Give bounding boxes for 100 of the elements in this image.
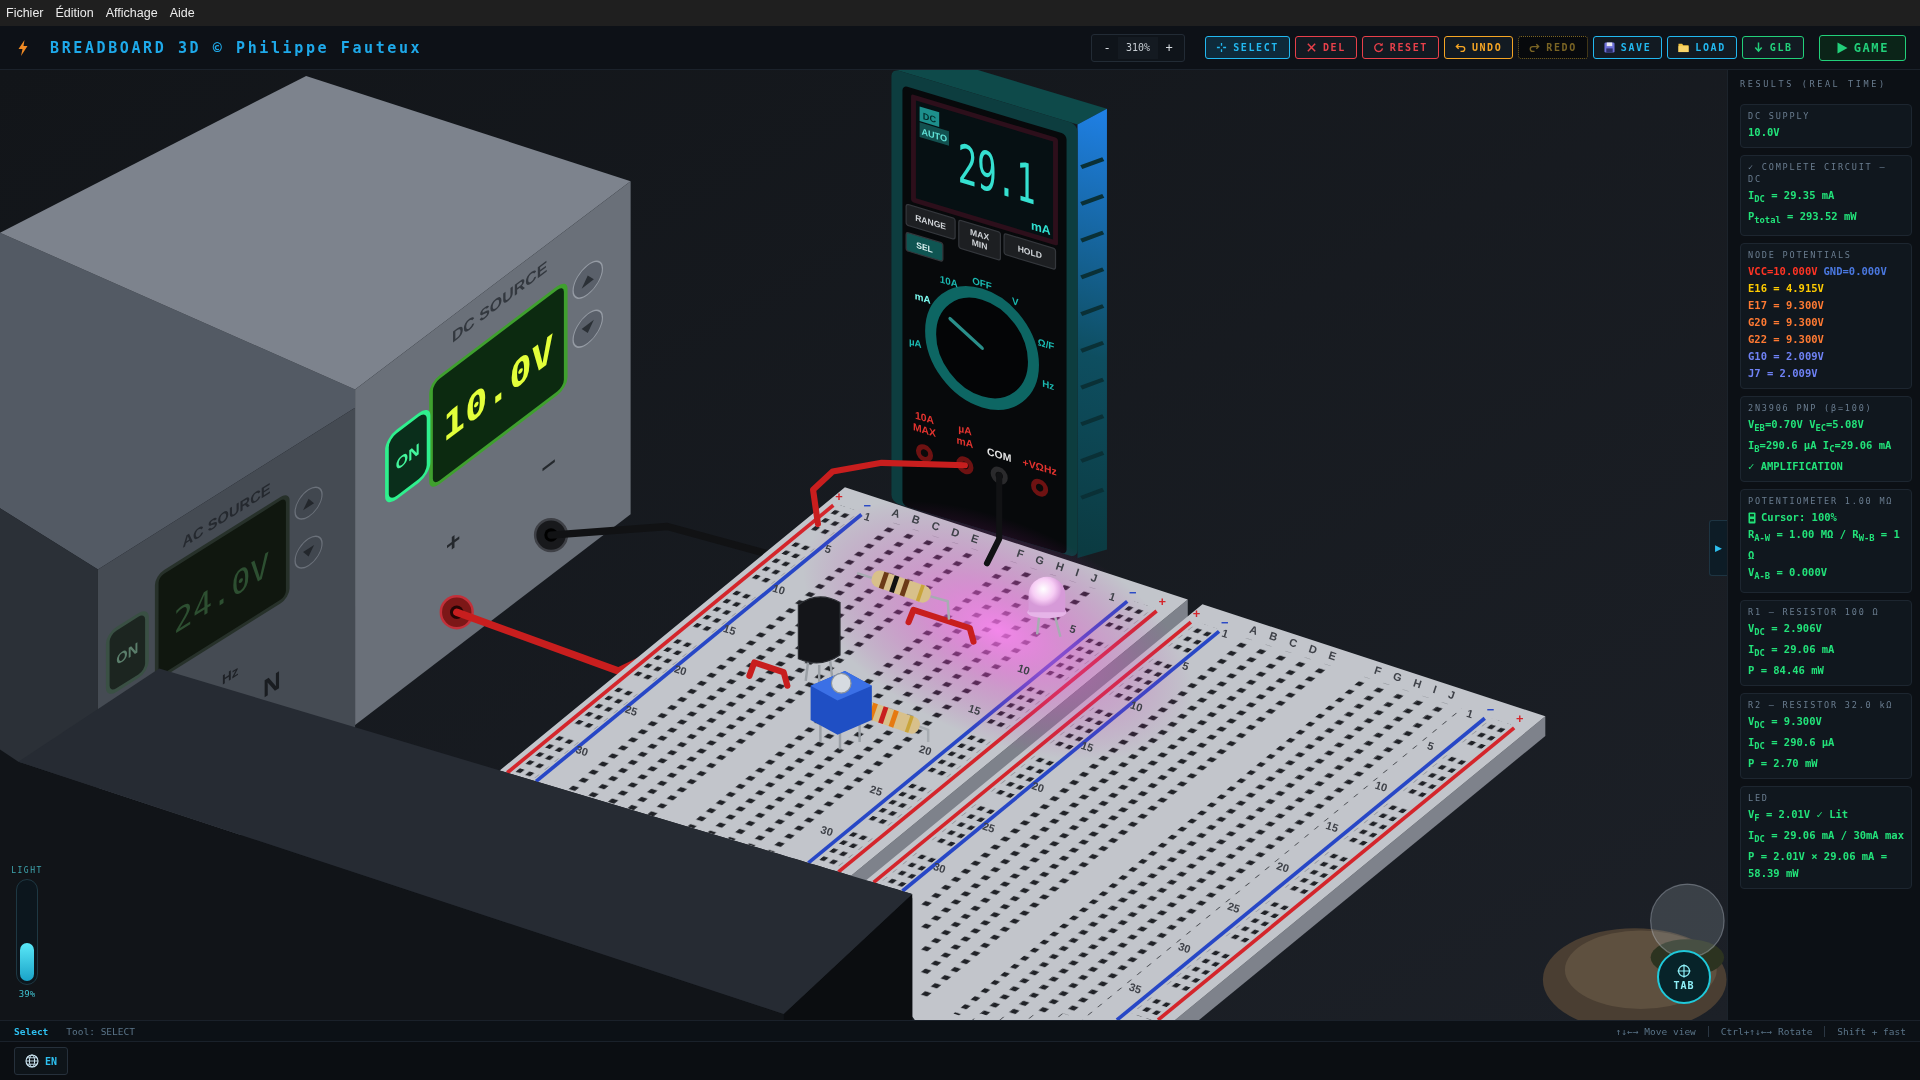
jack-label: COM	[987, 445, 1012, 465]
delete-button[interactable]: DEL	[1294, 36, 1357, 59]
down-triangle-icon	[581, 319, 594, 333]
card-title: NODE POTENTIALS	[1748, 249, 1853, 262]
increase-button[interactable]	[572, 260, 604, 299]
rail-sign: −	[1486, 701, 1495, 717]
shortcut-hint: ↑↓←→ Move view	[1614, 1025, 1697, 1037]
undo-button[interactable]: UNDO	[1443, 36, 1514, 59]
meter-button[interactable]: SEL	[905, 231, 944, 263]
column-number: 30	[574, 743, 590, 759]
column-number: 25	[981, 819, 997, 835]
load-button[interactable]: LOAD	[1667, 36, 1737, 59]
result-line: I$_{DC}$ = 290.6 µA	[1748, 734, 1836, 753]
dial-label: mA	[914, 290, 931, 306]
result-line: P$_{total}$ = 293.52 mW	[1748, 209, 1858, 228]
language-button[interactable]: EN	[14, 1047, 69, 1075]
column-number: 20	[1275, 859, 1291, 875]
column-number: 30	[931, 860, 948, 876]
node-voltage: G10 = 2.009V	[1748, 349, 1824, 365]
light-slider[interactable]	[16, 879, 38, 985]
column-number: 25	[623, 702, 639, 718]
column-number: 30	[1176, 940, 1193, 956]
decrease-button[interactable]	[572, 309, 604, 348]
menu-item[interactable]: Aide	[163, 3, 201, 23]
column-number: 20	[1030, 779, 1046, 795]
column-number: 10	[1373, 778, 1390, 794]
card-title: 2N3906 PNP (β=100)	[1748, 402, 1874, 415]
column-number: 25	[1226, 899, 1242, 915]
download-arrow-icon	[1752, 42, 1764, 53]
result-line: I$_{DC}$ = 29.06 mA	[1748, 641, 1836, 660]
rail-sign: +	[1192, 605, 1201, 621]
jumper-wire	[905, 606, 977, 645]
cross-icon	[1305, 42, 1317, 53]
export-button[interactable]: GLB	[1741, 36, 1804, 59]
mode-badge: DC	[919, 106, 940, 127]
mode-label: Select	[14, 1025, 49, 1037]
shortcut-hint: Ctrl+↑↓←→ Rotate	[1707, 1025, 1825, 1037]
redo-arrow-icon	[1529, 42, 1541, 53]
card-title: ✓ COMPLETE CIRCUIT — DC	[1748, 161, 1888, 185]
column-number: 5	[1425, 739, 1436, 753]
column-number: 15	[1324, 819, 1340, 835]
result-line: V$_{A-B}$ = 0.000V	[1748, 565, 1829, 584]
shortcut-hint: Shift + fast	[1824, 1025, 1906, 1037]
column-number: 5	[1068, 622, 1078, 636]
dial-label: 10A	[939, 273, 958, 290]
dial-label: Hz	[1042, 377, 1055, 393]
decrease-button[interactable]	[294, 535, 323, 569]
menu-item[interactable]: Affichage	[99, 3, 164, 23]
undo-arrow-icon	[1454, 42, 1466, 53]
reset-button[interactable]: RESET	[1361, 36, 1439, 59]
zoom-out-button[interactable]: -	[1096, 40, 1119, 55]
light-label: LIGHT	[11, 866, 43, 875]
jumper-wire	[746, 659, 791, 689]
app-title: BREADBOARD 3D © Philippe Fauteux	[50, 38, 423, 57]
increase-button[interactable]	[294, 486, 323, 520]
refresh-icon	[1372, 42, 1384, 53]
result-line: I$_{DC}$ = 29.35 mA	[1748, 188, 1836, 207]
lightning-icon	[18, 39, 28, 56]
play-icon	[1835, 41, 1848, 54]
meter-reading: 29.1	[957, 131, 1036, 219]
mode-badge: AUTO	[919, 122, 949, 146]
column-number: 10	[771, 581, 787, 597]
result-line: P = 84.46 mW	[1748, 662, 1825, 678]
game-button[interactable]: GAME	[1818, 34, 1906, 61]
column-number: 10	[1128, 698, 1145, 714]
select-button[interactable]: SELECT	[1205, 36, 1290, 59]
menu-item[interactable]: Édition	[49, 3, 100, 23]
result-line: Cursor: 100%	[1761, 510, 1837, 526]
column-number: 15	[722, 622, 738, 638]
rail-sign: +	[1516, 711, 1524, 727]
column-number: 20	[672, 662, 689, 678]
menu-item[interactable]: Fichier	[0, 3, 50, 23]
node-voltage: J7 = 2.009V	[1748, 366, 1818, 382]
result-line: P = 2.01V × 29.06 mA = 58.39 mW	[1748, 849, 1889, 882]
binding-post	[439, 595, 474, 630]
rail-sign: +	[1158, 594, 1167, 610]
card-title: R2 — RESISTOR 32.0 kΩ	[1748, 698, 1895, 711]
zoom-in-button[interactable]: +	[1158, 40, 1181, 55]
panel-toggle-button[interactable]: ▶	[1709, 520, 1727, 576]
meter-button[interactable]: MAX MIN	[958, 219, 1002, 262]
result-line: I$_{B}$=290.6 µA I$_{C}$=29.06 mA	[1748, 438, 1893, 457]
dial-label: Ω/F	[1037, 336, 1055, 353]
jack-label: 10A MAX	[912, 408, 937, 439]
result-line: I$_{DC}$ = 29.06 mA / 30mA max	[1748, 828, 1905, 847]
folder-icon	[1678, 42, 1690, 53]
jack-label: µA mA	[956, 421, 974, 451]
jack-socket	[1031, 478, 1049, 497]
dial-label: µA	[908, 335, 922, 351]
node-voltage: VCC=10.000V	[1748, 264, 1818, 280]
save-button[interactable]: SAVE	[1592, 36, 1663, 59]
light-reading: 39%	[18, 989, 36, 999]
card-title: LED	[1748, 791, 1770, 804]
result-line: V$_{DC}$ = 2.906V	[1748, 620, 1823, 639]
plus-label: +	[445, 523, 461, 562]
node-voltage: GND=0.000V	[1823, 264, 1887, 280]
node-voltage: E17 = 9.300V	[1748, 298, 1824, 314]
result-line: P = 2.70 mW	[1748, 755, 1819, 771]
column-number: 30	[819, 823, 835, 839]
column-number: 10	[1016, 661, 1032, 677]
minus-label: −	[541, 445, 556, 485]
